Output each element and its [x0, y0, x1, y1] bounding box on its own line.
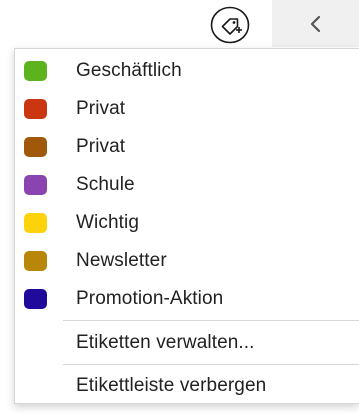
tag-plus-icon	[210, 6, 250, 44]
label-item[interactable]: Geschäftlich	[15, 52, 359, 90]
label-name: Newsletter	[76, 250, 167, 271]
label-item[interactable]: Privat	[15, 128, 359, 166]
label-color-swatch	[24, 251, 47, 271]
add-label-button[interactable]	[209, 5, 251, 45]
label-name: Schule	[76, 174, 135, 195]
label-item[interactable]: Promotion-Aktion	[15, 280, 359, 318]
menu-divider	[63, 320, 359, 321]
chevron-left-icon	[309, 14, 323, 34]
label-name: Promotion-Aktion	[76, 288, 224, 309]
label-item[interactable]: Schule	[15, 166, 359, 204]
label-color-swatch	[24, 289, 47, 309]
label-item[interactable]: Newsletter	[15, 242, 359, 280]
manage-labels-label: Etiketten verwalten...	[76, 332, 255, 353]
label-item[interactable]: Privat	[15, 90, 359, 128]
manage-labels-item[interactable]: Etiketten verwalten...	[15, 324, 359, 362]
label-color-swatch	[24, 99, 47, 119]
label-menu: Geschäftlich Privat Privat Schule Wichti…	[14, 48, 359, 404]
label-name: Privat	[76, 136, 126, 157]
label-name: Geschäftlich	[76, 60, 182, 81]
stage: Geschäftlich Privat Privat Schule Wichti…	[0, 0, 359, 414]
label-color-swatch	[24, 137, 47, 157]
collapse-button[interactable]	[272, 0, 359, 47]
label-color-swatch	[24, 213, 47, 233]
label-color-swatch	[24, 175, 47, 195]
hide-label-bar-label: Etikettleiste verbergen	[76, 375, 267, 396]
label-item[interactable]: Wichtig	[15, 204, 359, 242]
label-color-swatch	[24, 61, 47, 81]
toolbar	[0, 0, 359, 47]
menu-divider	[63, 364, 359, 365]
label-name: Privat	[76, 98, 126, 119]
hide-label-bar-item[interactable]: Etikettleiste verbergen	[15, 367, 359, 405]
label-name: Wichtig	[76, 212, 139, 233]
